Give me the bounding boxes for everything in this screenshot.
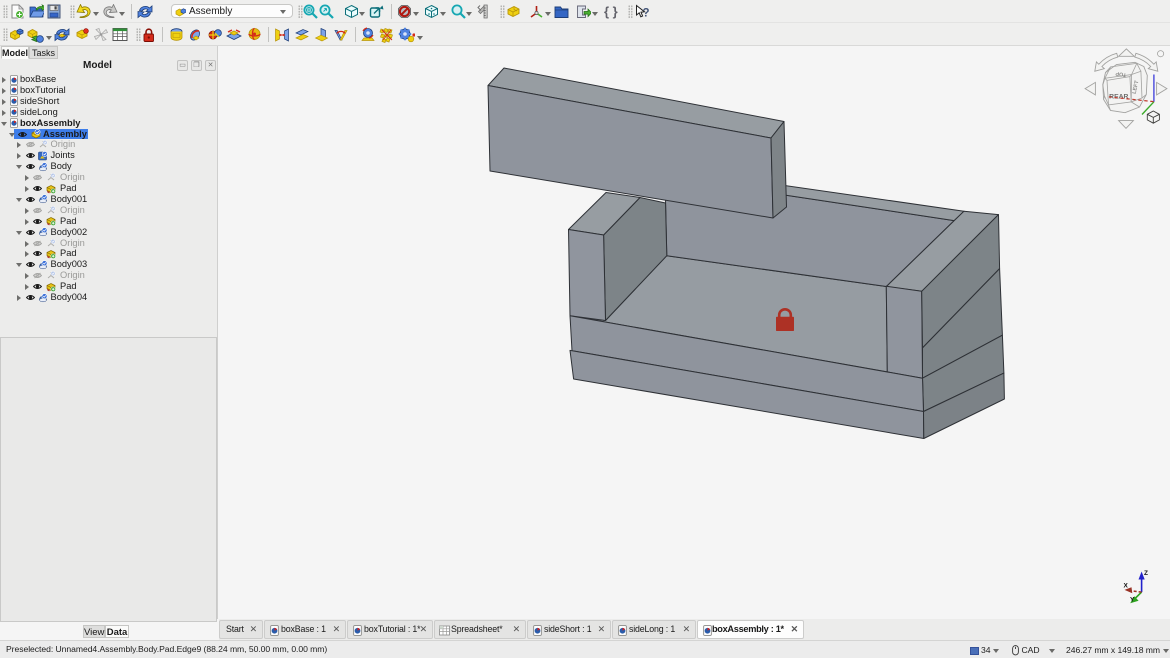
svg-text:{ }: { } xyxy=(604,4,618,19)
svg-text:REAR: REAR xyxy=(1109,93,1128,100)
svg-text:X: X xyxy=(1124,583,1129,590)
svg-text:?: ? xyxy=(643,8,650,20)
svg-text:Z: Z xyxy=(1144,570,1148,577)
svg-text:Y: Y xyxy=(1130,597,1135,604)
